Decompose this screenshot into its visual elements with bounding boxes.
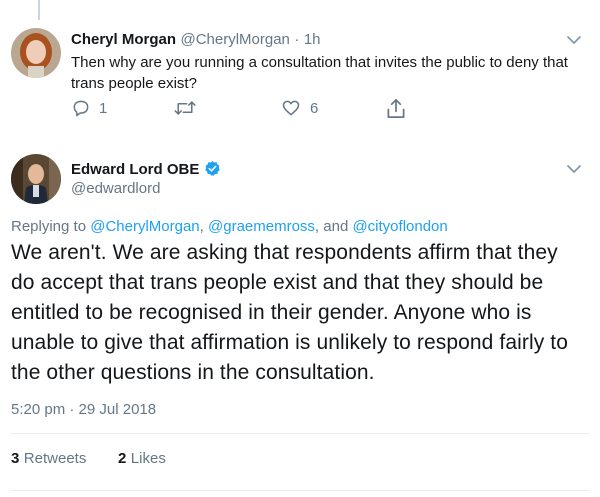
- share-icon: [387, 99, 405, 118]
- avatar-image: [11, 154, 61, 204]
- avatar-image: [11, 28, 61, 78]
- reply-tweet-text: Then why are you running a consultation …: [71, 54, 568, 92]
- like-count: 6: [310, 99, 319, 117]
- main-tweet-text: We aren't. We are asking that respondent…: [11, 238, 596, 388]
- retweets-label: Retweets: [23, 450, 87, 467]
- thread-line: [38, 0, 40, 20]
- replying-to: Replying to @CherylMorgan, @graememross,…: [11, 218, 448, 235]
- divider: [11, 490, 589, 491]
- verified-badge-icon: [204, 160, 221, 182]
- reply-tweet-header: Cheryl Morgan @CherylMorgan · 1h: [71, 31, 321, 49]
- reply-author-name[interactable]: Cheryl Morgan: [71, 31, 176, 48]
- main-author-handle[interactable]: @edwardlord: [71, 180, 160, 197]
- reply-author-handle[interactable]: @CherylMorgan: [180, 31, 289, 48]
- reply-button[interactable]: 1: [71, 98, 107, 118]
- main-tweet-name-row: Edward Lord OBE: [71, 160, 221, 182]
- heart-icon: [282, 100, 300, 116]
- retweets-stat[interactable]: 3 Retweets: [11, 450, 86, 468]
- likes-stat[interactable]: 2 Likes: [118, 450, 166, 468]
- avatar-edward-lord[interactable]: [11, 154, 61, 204]
- share-button[interactable]: [386, 98, 406, 119]
- reply-icon: [73, 100, 89, 117]
- like-button[interactable]: 6: [281, 98, 318, 118]
- tweet-timestamp[interactable]: 5:20 pm · 29 Jul 2018: [11, 401, 156, 418]
- main-tweet-line: We aren't. We are asking that respondent…: [11, 241, 558, 264]
- retweet-icon: [174, 101, 196, 115]
- mention-link[interactable]: @CherylMorgan: [90, 218, 199, 235]
- main-tweet-line: entitled to be recognised in their gende…: [11, 301, 532, 324]
- chevron-down-icon[interactable]: [566, 161, 582, 182]
- retweet-button[interactable]: [174, 99, 196, 117]
- mention-link[interactable]: @cityoflondon: [352, 218, 447, 235]
- avatar-cheryl-morgan[interactable]: [11, 28, 61, 78]
- reply-time[interactable]: 1h: [304, 31, 321, 48]
- mention-link[interactable]: @graememross: [208, 218, 315, 235]
- divider: [11, 433, 589, 434]
- main-author-name[interactable]: Edward Lord OBE: [71, 161, 199, 178]
- main-tweet-line: unable to give that affirmation is unlik…: [11, 331, 568, 354]
- chevron-down-icon[interactable]: [566, 32, 582, 53]
- replying-to-label: Replying to: [11, 218, 87, 235]
- separator-dot: ·: [294, 31, 300, 48]
- mention-separator: ,: [199, 218, 208, 235]
- reply-count: 1: [99, 99, 108, 117]
- retweets-count: 3: [11, 450, 20, 467]
- main-tweet-line: do accept that trans people exist and th…: [11, 271, 544, 294]
- mention-separator: , and: [314, 218, 353, 235]
- likes-label: Likes: [130, 450, 166, 467]
- main-tweet-line: the other questions in the consultation.: [11, 361, 375, 384]
- likes-count: 2: [118, 450, 127, 467]
